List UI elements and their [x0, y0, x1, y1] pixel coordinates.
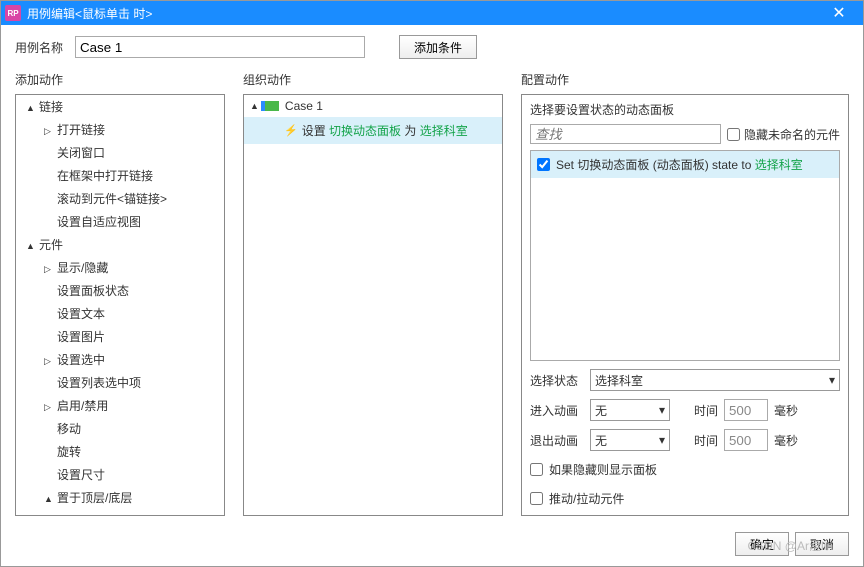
tree-item[interactable]: 设置列表选中项 [57, 376, 141, 390]
anim-out-time-input[interactable] [724, 429, 768, 451]
tree-item[interactable]: 显示/隐藏 [57, 261, 108, 275]
action-mid: 为 [401, 124, 420, 138]
tree-item[interactable]: 设置面板状态 [57, 284, 129, 298]
select-state-dropdown[interactable]: 选择科室▾ [590, 369, 840, 391]
anim-out-dropdown[interactable]: 无▾ [590, 429, 670, 451]
tree-item[interactable]: 移动 [57, 422, 81, 436]
action-tree[interactable]: ▲链接 ▷打开链接 关闭窗口 在框架中打开链接 滚动到元件<锚链接> 设置自适应… [16, 95, 224, 515]
chevron-down-icon: ▾ [829, 373, 835, 387]
anim-out-label: 退出动画 [530, 432, 584, 449]
chevron-down-icon: ▾ [659, 433, 665, 447]
select-state-label: 选择状态 [530, 372, 584, 389]
footer: 确定 取消 CSDN @Ar澄lin [1, 526, 863, 566]
bolt-icon: ⚡ [284, 124, 298, 137]
top-row: 用例名称 添加条件 [1, 25, 863, 65]
ok-button[interactable]: 确定 [735, 532, 789, 556]
tree-item[interactable]: 滚动到元件<锚链接> [57, 192, 167, 206]
tree-item[interactable]: 设置自适应视图 [57, 215, 141, 229]
tree-item[interactable]: 设置选中 [57, 353, 105, 367]
action-target: 选择科室 [420, 124, 468, 138]
case-name-label: 用例名称 [15, 39, 63, 56]
time-label: 时间 [694, 402, 718, 419]
action-prefix: 设置 [302, 124, 329, 138]
close-icon[interactable]: ✕ [819, 1, 859, 25]
dialog-title: 用例编辑<鼠标单击 时> [27, 5, 819, 22]
case-label: Case 1 [285, 99, 323, 113]
tree-group-layer[interactable]: 置于顶层/底层 [57, 491, 132, 505]
show-if-hidden-checkbox[interactable]: 如果隐藏则显示面板 [530, 459, 840, 480]
time-label: 时间 [694, 432, 718, 449]
config-hint: 选择要设置状态的动态面板 [522, 95, 848, 124]
tree-item[interactable]: 设置尺寸 [57, 468, 105, 482]
left-col-title: 添加动作 [15, 65, 225, 94]
anim-in-time-input[interactable] [724, 399, 768, 421]
ms-label: 毫秒 [774, 402, 798, 419]
titlebar: RP 用例编辑<鼠标单击 时> ✕ [1, 1, 863, 25]
hide-unnamed-checkbox[interactable]: 隐藏未命名的元件 [727, 126, 840, 143]
tree-item[interactable]: 旋转 [57, 445, 81, 459]
panel-list[interactable]: Set 切换动态面板 (动态面板) state to 选择科室 [530, 150, 840, 361]
push-pull-checkbox[interactable]: 推动/拉动元件 [530, 488, 840, 509]
case-row[interactable]: ▲ Case 1 [244, 95, 502, 117]
tree-item[interactable]: 设置文本 [57, 307, 105, 321]
tree-item[interactable]: 设置图片 [57, 330, 105, 344]
cancel-button[interactable]: 取消 [795, 532, 849, 556]
tree-group-widget[interactable]: 元件 [39, 238, 63, 252]
panel-item-checkbox[interactable] [537, 158, 550, 171]
anim-in-dropdown[interactable]: 无▾ [590, 399, 670, 421]
case-editor-dialog: RP 用例编辑<鼠标单击 时> ✕ 用例名称 添加条件 添加动作 ▲链接 ▷打开… [0, 0, 864, 567]
ms-label: 毫秒 [774, 432, 798, 449]
tree-item[interactable]: 置于顶层 [58, 514, 106, 515]
search-input[interactable] [530, 124, 721, 144]
tree-group-link[interactable]: 链接 [39, 100, 63, 114]
case-icon [265, 101, 279, 111]
add-condition-button[interactable]: 添加条件 [399, 35, 477, 59]
tree-item[interactable]: 关闭窗口 [57, 146, 105, 160]
panel-list-item[interactable]: Set 切换动态面板 (动态面板) state to 选择科室 [531, 151, 839, 178]
right-col-title: 配置动作 [521, 65, 849, 94]
action-panel: 切换动态面板 [329, 124, 401, 138]
tree-item[interactable]: 在框架中打开链接 [57, 169, 153, 183]
app-icon: RP [5, 5, 21, 21]
case-name-input[interactable] [75, 36, 365, 58]
expand-icon[interactable]: ▲ [250, 101, 259, 111]
tree-item[interactable]: 打开链接 [57, 123, 105, 137]
mid-col-title: 组织动作 [243, 65, 503, 94]
anim-in-label: 进入动画 [530, 402, 584, 419]
action-row-selected[interactable]: ⚡ 设置 切换动态面板 为 选择科室 [244, 117, 502, 144]
chevron-down-icon: ▾ [659, 403, 665, 417]
tree-item[interactable]: 启用/禁用 [57, 399, 108, 413]
